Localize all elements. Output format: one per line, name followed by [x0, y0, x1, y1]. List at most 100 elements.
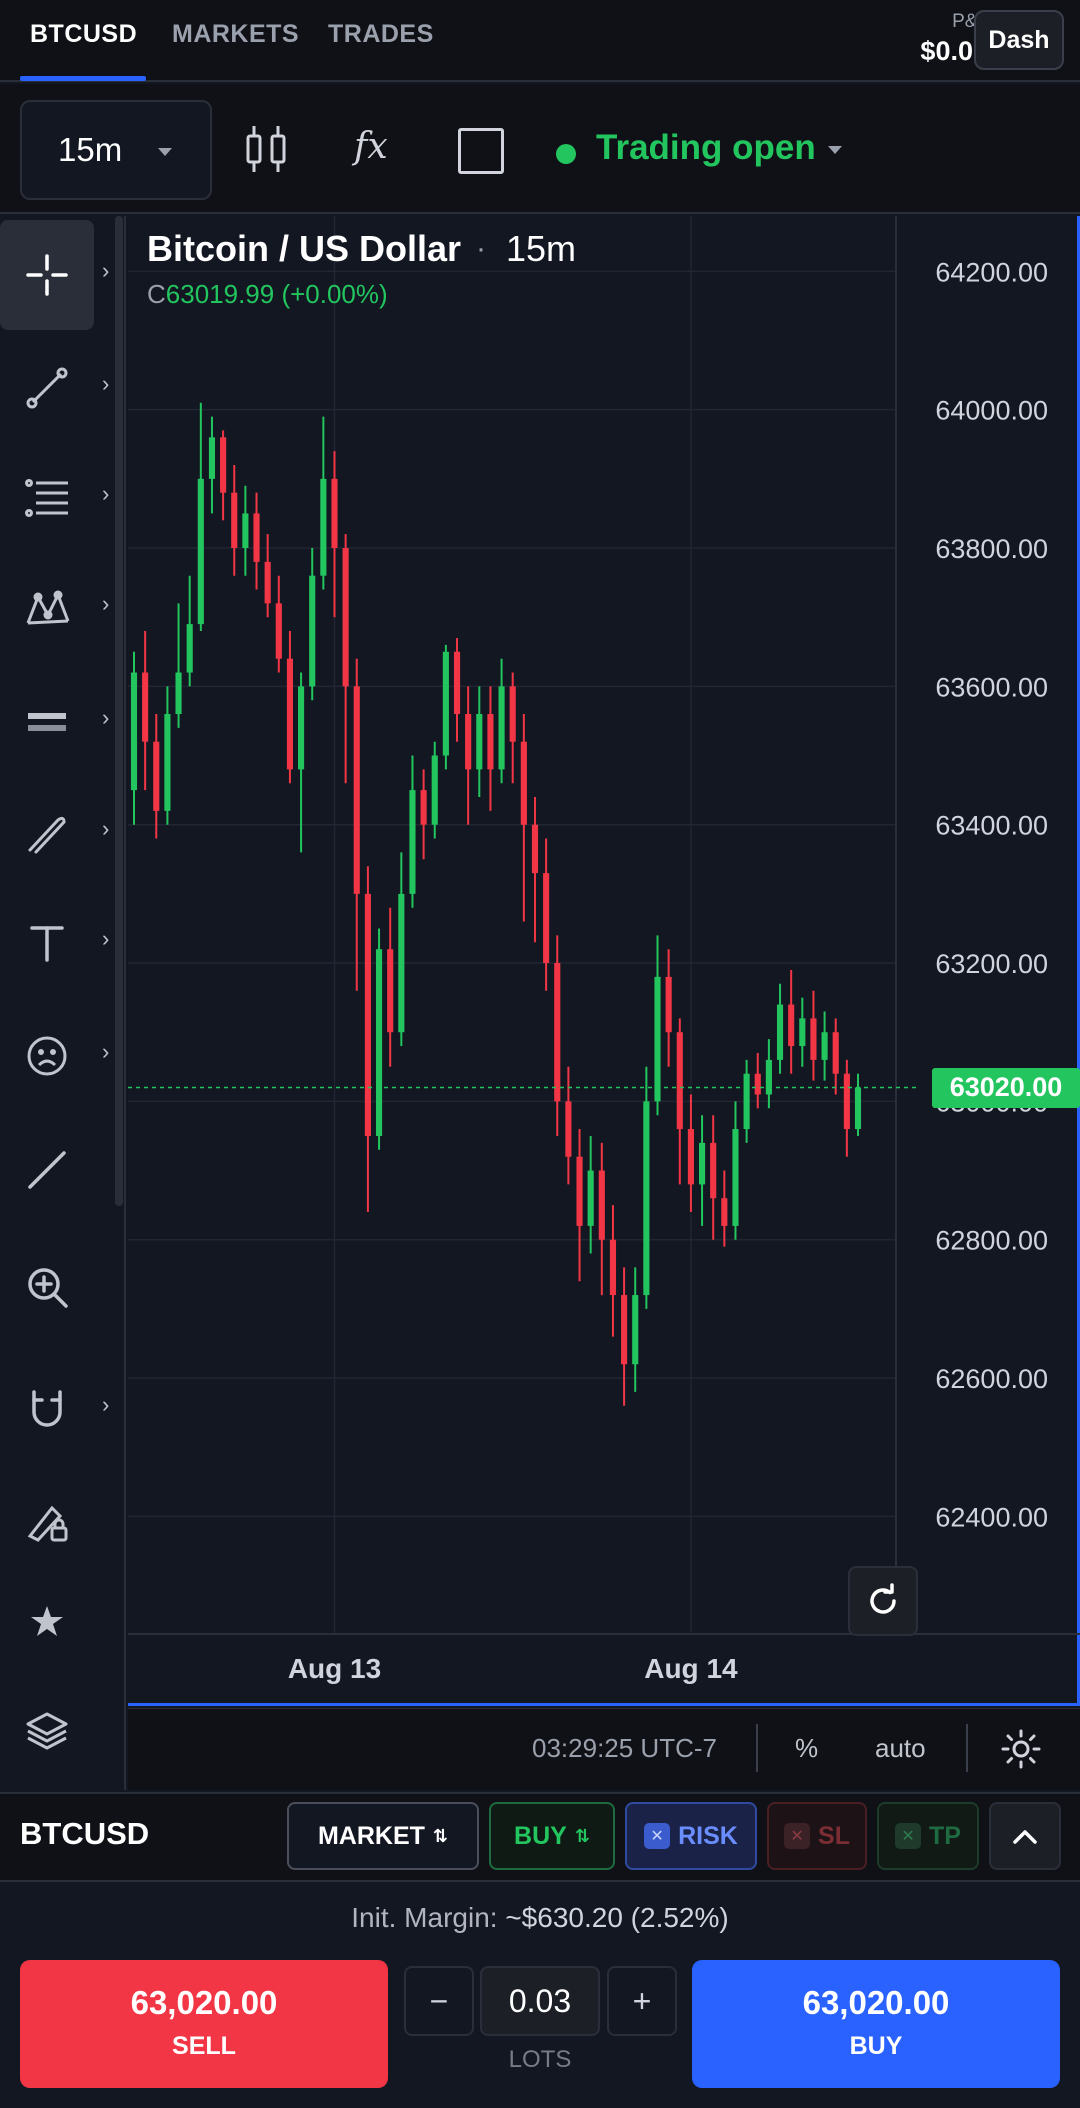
tool-crosshair[interactable] [0, 220, 94, 330]
reset-chart-button[interactable] [848, 1566, 918, 1636]
trend-line-icon [26, 367, 68, 409]
chevron-right-icon[interactable]: › [102, 371, 109, 397]
buy-button[interactable]: 63,020.00 BUY [692, 1960, 1060, 2088]
dash-button[interactable]: Dash [974, 10, 1064, 70]
chevron-down-icon[interactable] [828, 146, 842, 154]
text-icon [30, 926, 64, 962]
brush-icon [28, 816, 66, 854]
take-profit-button[interactable]: ✕ TP [877, 1802, 979, 1870]
tab-trades[interactable]: TRADES [328, 20, 434, 49]
chevron-right-icon[interactable]: › [102, 481, 109, 507]
price-tick-label: 64000.00 [935, 396, 1048, 426]
tool-zoom-in[interactable] [0, 1232, 94, 1342]
chevron-right-icon[interactable]: › [102, 591, 109, 617]
percent-scale-button[interactable]: % [795, 1733, 818, 1764]
increase-lots-button[interactable]: + [607, 1966, 677, 2036]
candle-body [698, 1142, 706, 1185]
candle-body [142, 672, 149, 742]
tool-rectangle-shape[interactable] [0, 667, 94, 777]
last-price-tag: 63020.00 [932, 1067, 1080, 1108]
stop-loss-button[interactable]: ✕ SL [767, 1802, 867, 1870]
candle-body [621, 1295, 628, 1365]
timeframe-select[interactable]: 15m [20, 100, 212, 200]
margin-value: ~$630.20 (2.52%) [505, 1902, 729, 1933]
chart-title: Bitcoin / US Dollar [147, 228, 462, 269]
tool-emoji[interactable] [0, 1001, 94, 1111]
chart-area[interactable]: 64200.00 64000.00 63800.00 63600.00 63400.00… [128, 216, 1080, 1706]
expand-panel-button[interactable] [989, 1802, 1061, 1870]
close-icon[interactable]: ✕ [784, 1823, 811, 1849]
auto-scale-button[interactable]: auto [875, 1733, 926, 1764]
candle-body [554, 963, 561, 1102]
candles-icon[interactable] [244, 124, 290, 179]
candle-body [364, 893, 371, 1136]
candle-body [743, 1073, 750, 1130]
candle-body [854, 1087, 862, 1130]
candle-body [264, 561, 271, 604]
chevron-right-icon[interactable]: › [102, 926, 109, 952]
chevron-right-icon[interactable]: › [102, 1392, 109, 1418]
candle-body [576, 1156, 583, 1226]
line-measure-icon [28, 1151, 66, 1189]
lots-input[interactable]: 0.03 [480, 1966, 600, 2036]
tab-btcusd[interactable]: BTCUSD [30, 20, 137, 49]
candle-body [242, 513, 249, 549]
chevron-right-icon[interactable]: › [102, 705, 109, 731]
tool-fib-lines[interactable] [0, 443, 94, 553]
chevron-right-icon[interactable]: › [102, 258, 109, 284]
trading-status[interactable]: Trading open [596, 128, 816, 168]
fx-indicator-icon[interactable]: fx [354, 126, 388, 167]
candle-body [331, 478, 338, 549]
candle-body [431, 755, 438, 825]
price-chart[interactable]: 64200.00 64000.00 63800.00 63600.00 63400.00… [128, 216, 1080, 1706]
chevron-right-icon[interactable]: › [102, 816, 109, 842]
candle-body [220, 437, 227, 493]
sell-button[interactable]: 63,020.00 SELL [20, 1960, 388, 2088]
price-tick-label: 63600.00 [935, 672, 1048, 702]
candle-body [353, 686, 360, 894]
swap-icon: ⇅ [574, 1825, 590, 1846]
close-icon[interactable]: ✕ [644, 1823, 671, 1849]
order-type-button[interactable]: MARKET ⇅ [287, 1802, 479, 1870]
lots-label: LOTS [508, 2046, 572, 2073]
time-tick-label: Aug 13 [288, 1653, 381, 1684]
risk-button[interactable]: ✕ RISK [625, 1802, 757, 1870]
candle-body [186, 624, 193, 673]
settings-sun-icon[interactable] [1000, 1728, 1042, 1775]
sell-price: 63,020.00 [130, 1984, 278, 2021]
chart-clock[interactable]: 03:29:25 UTC-7 [532, 1733, 717, 1764]
candle-body [498, 686, 505, 770]
candle-body [320, 478, 327, 576]
magnet-icon [32, 1390, 62, 1427]
tool-text[interactable] [0, 888, 94, 998]
tool-trend-line[interactable] [0, 333, 94, 443]
chevron-right-icon[interactable]: › [102, 1039, 109, 1065]
tool-layers[interactable] [0, 1676, 94, 1786]
square-icon[interactable] [458, 128, 504, 174]
tab-markets[interactable]: MARKETS [172, 20, 299, 49]
tools-scrollbar[interactable] [115, 216, 123, 1206]
fib-lines-icon [25, 479, 68, 517]
candle-body [788, 1004, 795, 1047]
emoji-icon [27, 1036, 67, 1076]
candle-body [398, 893, 405, 1033]
tool-lock-draw[interactable] [0, 1466, 94, 1576]
candle-body [721, 1198, 728, 1226]
divider [966, 1724, 968, 1772]
close-icon[interactable]: ✕ [895, 1823, 922, 1849]
decrease-lots-button[interactable]: − [404, 1966, 474, 2036]
tool-brush[interactable] [0, 778, 94, 888]
time-tick-label: Aug 14 [644, 1653, 738, 1684]
side-toggle-button[interactable]: BUY ⇅ [489, 1802, 615, 1870]
patterns-icon [26, 590, 70, 625]
candle-body [476, 714, 483, 770]
candle-body [197, 478, 204, 625]
tool-star[interactable] [0, 1566, 94, 1676]
tool-line-measure[interactable] [0, 1115, 94, 1225]
chevron-up-icon [1013, 1830, 1037, 1844]
tool-patterns[interactable] [0, 553, 94, 663]
candle-body [832, 1032, 839, 1074]
candle-body [208, 437, 216, 479]
candle-body [453, 651, 461, 715]
tool-magnet[interactable] [0, 1354, 94, 1464]
